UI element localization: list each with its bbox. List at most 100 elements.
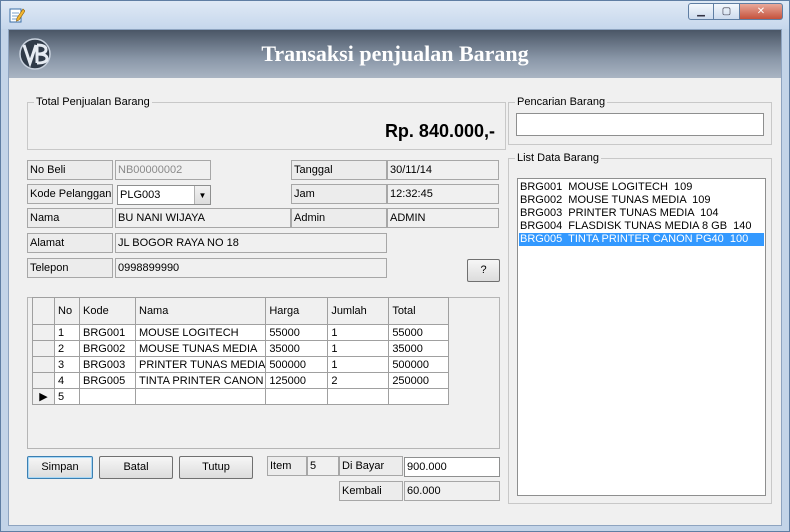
list-item-selected[interactable]: BRG005 TINTA PRINTER CANON PG40 100	[519, 233, 764, 246]
tanggal-value: 30/11/14	[387, 160, 499, 180]
table-cell[interactable]: BRG002	[79, 340, 136, 357]
table-cell[interactable]: BRG003	[79, 356, 136, 373]
search-input[interactable]	[516, 113, 764, 136]
app-window: ▁ ▢ ✕ Transaksi penjualan Barang Total P…	[0, 0, 790, 532]
table-cell[interactable]: MOUSE TUNAS MEDIA	[134, 340, 267, 357]
table-cell[interactable]: PRINTER TUNAS MEDIA	[134, 356, 267, 373]
tutup-button[interactable]: Tutup	[179, 456, 253, 479]
table-row[interactable]: 4 BRG005 TINTA PRINTER CANON 125000 2 25…	[32, 372, 450, 389]
table-row[interactable]: 2 BRG002 MOUSE TUNAS MEDIA 35000 1 35000	[32, 340, 450, 357]
telepon-label: Telepon	[27, 258, 113, 278]
table-cell[interactable]	[79, 388, 136, 405]
table-cell[interactable]: 250000	[388, 372, 450, 389]
nama-label: Nama	[27, 208, 113, 228]
tanggal-label: Tanggal	[291, 160, 387, 180]
kode-pelanggan-label: Kode Pelanggan	[27, 184, 113, 204]
table-cell[interactable]: MOUSE LOGITECH	[134, 324, 267, 341]
maximize-button[interactable]: ▢	[714, 3, 740, 20]
table-cell[interactable]: 35000	[265, 340, 329, 357]
dibayar-input[interactable]: 900.000	[404, 457, 500, 477]
row-selector-header	[32, 297, 55, 325]
title-bar[interactable]: ▁ ▢ ✕	[1, 1, 789, 29]
list-data-barang[interactable]: BRG001 MOUSE LOGITECH 109 BRG002 MOUSE T…	[517, 178, 766, 496]
list-group-legend: List Data Barang	[515, 152, 601, 165]
total-group-legend: Total Penjualan Barang	[34, 96, 152, 109]
table-cell[interactable]: BRG005	[79, 372, 136, 389]
total-group: Total Penjualan Barang Rp. 840.000,-	[27, 96, 506, 150]
kembali-label: Kembali	[339, 481, 403, 501]
table-cell[interactable]: 55000	[265, 324, 329, 341]
simpan-button[interactable]: Simpan	[27, 456, 93, 479]
table-cell[interactable]: 3	[54, 356, 80, 373]
close-icon: ✕	[756, 6, 766, 17]
nama-value: BU NANI WIJAYA	[115, 208, 291, 228]
alamat-value: JL BOGOR RAYA NO 18	[115, 233, 387, 253]
table-cell[interactable]: 4	[54, 372, 80, 389]
table-cell[interactable]: 1	[327, 356, 390, 373]
column-header[interactable]: No	[54, 297, 80, 325]
table-cell[interactable]: 125000	[265, 372, 329, 389]
minimize-button[interactable]: ▁	[688, 3, 714, 20]
table-cell[interactable]	[265, 388, 329, 405]
header-banner: Transaksi penjualan Barang	[9, 30, 781, 78]
table-cell[interactable]: BRG001	[79, 324, 136, 341]
kode-pelanggan-combo[interactable]: PLG003 ▼	[117, 185, 211, 205]
table-cell[interactable]: 5	[54, 388, 80, 405]
item-label: Item	[267, 456, 307, 476]
close-button[interactable]: ✕	[740, 3, 783, 20]
table-cell[interactable]: 55000	[388, 324, 450, 341]
list-item[interactable]: BRG001 MOUSE LOGITECH 109	[519, 181, 764, 194]
kode-pelanggan-value: PLG003	[120, 189, 161, 201]
table-cell[interactable]: 500000	[265, 356, 329, 373]
list-item[interactable]: BRG002 MOUSE TUNAS MEDIA 109	[519, 194, 764, 207]
table-row[interactable]: 1 BRG001 MOUSE LOGITECH 55000 1 55000	[32, 324, 450, 341]
list-item[interactable]: BRG003 PRINTER TUNAS MEDIA 104	[519, 207, 764, 220]
kembali-value: 60.000	[404, 481, 500, 501]
jam-label: Jam	[291, 184, 387, 204]
search-group-legend: Pencarian Barang	[515, 96, 608, 109]
list-item[interactable]: BRG004 FLASDISK TUNAS MEDIA 8 GB 140	[519, 220, 764, 233]
table-cell[interactable]: 35000	[388, 340, 450, 357]
form-client-area: Transaksi penjualan Barang Total Penjual…	[8, 29, 782, 526]
no-beli-value: NB00000002	[115, 160, 211, 180]
table-row[interactable]: 3 BRG003 PRINTER TUNAS MEDIA 500000 1 50…	[32, 356, 450, 373]
total-amount: Rp. 840.000,-	[384, 121, 495, 141]
row-selector[interactable]	[32, 324, 55, 341]
column-header[interactable]: Jumlah	[327, 297, 390, 325]
table-cell[interactable]: 500000	[388, 356, 450, 373]
column-header[interactable]: Total	[388, 297, 450, 325]
page-title: Transaksi penjualan Barang	[261, 41, 529, 66]
table-cell[interactable]: 1	[327, 340, 390, 357]
items-grid[interactable]: No Kode Nama Harga Jumlah Total 1 BRG001…	[32, 297, 450, 405]
column-header[interactable]: Kode	[79, 297, 136, 325]
table-cell[interactable]: 2	[54, 340, 80, 357]
telepon-value: 0998899990	[115, 258, 387, 278]
table-cell[interactable]	[388, 388, 450, 405]
row-selector[interactable]	[32, 356, 55, 373]
table-cell[interactable]: 1	[327, 324, 390, 341]
table-cell[interactable]	[134, 388, 267, 405]
table-cell[interactable]: 1	[54, 324, 80, 341]
minimize-icon: ▁	[697, 6, 705, 17]
help-button[interactable]: ?	[467, 259, 500, 282]
alamat-label: Alamat	[27, 233, 113, 253]
chevron-down-icon[interactable]: ▼	[194, 186, 210, 204]
current-row-arrow-icon[interactable]: ▶	[32, 388, 55, 405]
notepad-pencil-icon	[9, 8, 25, 23]
row-selector[interactable]	[32, 340, 55, 357]
dibayar-label: Di Bayar	[339, 456, 403, 476]
batal-button[interactable]: Batal	[99, 456, 173, 479]
no-beli-label: No Beli	[27, 160, 113, 180]
admin-label: Admin	[291, 208, 387, 228]
admin-value: ADMIN	[387, 208, 499, 228]
maximize-icon: ▢	[721, 6, 732, 17]
table-row-current[interactable]: ▶ 5	[32, 388, 450, 405]
column-header[interactable]: Nama	[134, 297, 267, 325]
table-cell[interactable]	[327, 388, 390, 405]
table-cell[interactable]: TINTA PRINTER CANON	[134, 372, 267, 389]
row-selector[interactable]	[32, 372, 55, 389]
column-header[interactable]: Harga	[265, 297, 329, 325]
item-value: 5	[307, 456, 339, 476]
grid-header-row: No Kode Nama Harga Jumlah Total	[32, 297, 450, 325]
table-cell[interactable]: 2	[327, 372, 390, 389]
